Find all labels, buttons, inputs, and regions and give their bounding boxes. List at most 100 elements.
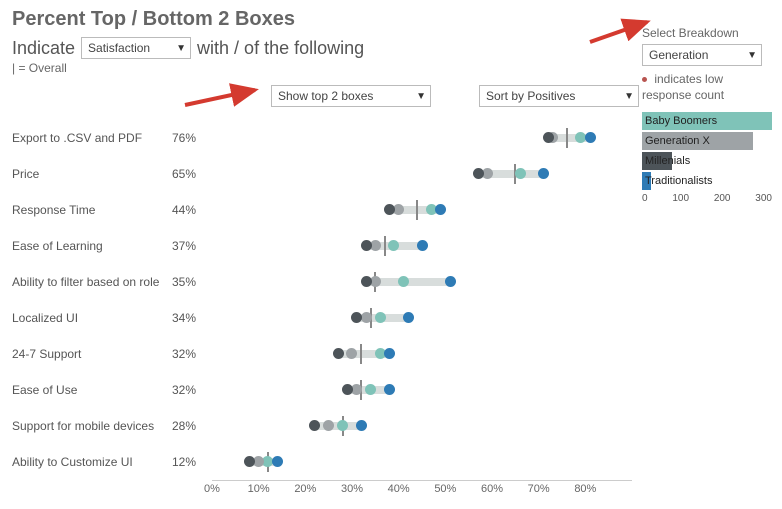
show-boxes-select[interactable]: Show top 2 boxes ▼ [271,85,431,107]
breakdown-select[interactable]: Generation ▼ [642,44,762,66]
data-dot-traditionalists [445,276,456,287]
row-plot [212,156,632,192]
data-dot-traditionalists [356,420,367,431]
row-plot [212,408,632,444]
row-plot [212,264,632,300]
overall-value: 76% [172,131,212,145]
sort-by-select[interactable]: Sort by Positives ▼ [479,85,639,107]
row-plot [212,120,632,156]
mini-legend-label: Traditionalists [642,175,712,187]
data-dot-millenials [543,132,554,143]
data-dot-traditionalists [585,132,596,143]
row-plot [212,300,632,336]
x-axis-label: 10% [248,483,270,495]
mini-legend-axis-label: 200 [714,193,731,204]
data-dot-baby_boomers [375,312,386,323]
satisfaction-select[interactable]: Satisfaction ▼ [81,37,191,59]
data-dot-traditionalists [538,168,549,179]
category-label: Price [12,167,172,181]
chart-row: Ease of Learning37% [12,228,632,264]
category-label: Export to .CSV and PDF [12,131,172,145]
data-dot-millenials [342,384,353,395]
mini-legend-row: Generation X [642,131,772,151]
data-dot-traditionalists [384,348,395,359]
overall-tick [384,236,386,256]
data-dot-traditionalists [272,456,283,467]
indicate-suffix: with / of the following [197,38,364,59]
overall-tick [566,128,568,148]
data-dot-millenials [384,204,395,215]
overall-value: 12% [172,455,212,469]
chart-row: Support for mobile devices28% [12,408,632,444]
mini-legend-row: Traditionalists [642,171,772,191]
sort-by-value: Sort by Positives [486,89,575,103]
overall-tick [416,200,418,220]
row-plot [212,228,632,264]
overall-value: 35% [172,275,212,289]
x-axis: 0%10%20%30%40%50%60%70%80% [12,480,632,500]
row-plot [212,444,632,480]
indicate-prefix: Indicate [12,38,75,59]
category-label: Support for mobile devices [12,419,172,433]
data-dot-baby_boomers [515,168,526,179]
data-dot-traditionalists [384,384,395,395]
overall-value: 44% [172,203,212,217]
x-axis-label: 40% [388,483,410,495]
category-label: Ease of Use [12,383,172,397]
mini-legend-axis: 0 100 200 300 [642,193,772,204]
data-dot-millenials [361,240,372,251]
row-plot [212,192,632,228]
data-dot-millenials [333,348,344,359]
chevron-down-icon: ▼ [176,43,186,54]
x-axis-label: 80% [574,483,596,495]
chart-row: Ability to filter based on role35% [12,264,632,300]
x-axis-label: 0% [204,483,220,495]
overall-value: 32% [172,347,212,361]
satisfaction-select-value: Satisfaction [88,41,150,55]
data-dot-generation_x [361,312,372,323]
legend-note-dot-icon [642,77,647,82]
category-label: Response Time [12,203,172,217]
chart-row: Ease of Use32% [12,372,632,408]
data-dot-traditionalists [435,204,446,215]
category-label: Ability to filter based on role [12,275,172,289]
data-dot-baby_boomers [398,276,409,287]
data-dot-traditionalists [417,240,428,251]
row-plot [212,372,632,408]
overall-tick [360,344,362,364]
chart-row: Export to .CSV and PDF76% [12,120,632,156]
chevron-down-icon: ▼ [747,50,757,61]
x-axis-label: 50% [434,483,456,495]
overall-value: 34% [172,311,212,325]
chart-row: 24-7 Support32% [12,336,632,372]
overall-value: 65% [172,167,212,181]
chart-area: Export to .CSV and PDF76%Price65%Respons… [12,120,632,500]
category-label: Localized UI [12,311,172,325]
breakdown-value: Generation [649,48,708,62]
x-axis-label: 70% [528,483,550,495]
mini-legend-label: Baby Boomers [642,115,717,127]
row-plot [212,336,632,372]
chart-row: Ability to Customize UI12% [12,444,632,480]
show-boxes-value: Show top 2 boxes [278,89,373,103]
breakdown-label: Select Breakdown [642,26,772,40]
mini-legend-axis-label: 100 [672,193,689,204]
overall-value: 37% [172,239,212,253]
chart-row: Localized UI34% [12,300,632,336]
category-label: 24-7 Support [12,347,172,361]
mini-legend-chart: Baby BoomersGeneration XMillenialsTradit… [642,111,772,204]
chart-row: Price65% [12,156,632,192]
overall-value: 28% [172,419,212,433]
x-axis-label: 60% [481,483,503,495]
chart-row: Response Time44% [12,192,632,228]
data-dot-millenials [244,456,255,467]
legend-note-text: indicates low response count [642,72,724,102]
overall-value: 32% [172,383,212,397]
right-panel: Select Breakdown Generation ▼ indicates … [642,26,772,204]
chevron-down-icon: ▼ [416,91,426,102]
data-dot-millenials [473,168,484,179]
legend-note: indicates low response count [642,72,772,103]
mini-legend-axis-label: 0 [642,193,648,204]
data-dot-millenials [361,276,372,287]
mini-legend-axis-label: 300 [755,193,772,204]
